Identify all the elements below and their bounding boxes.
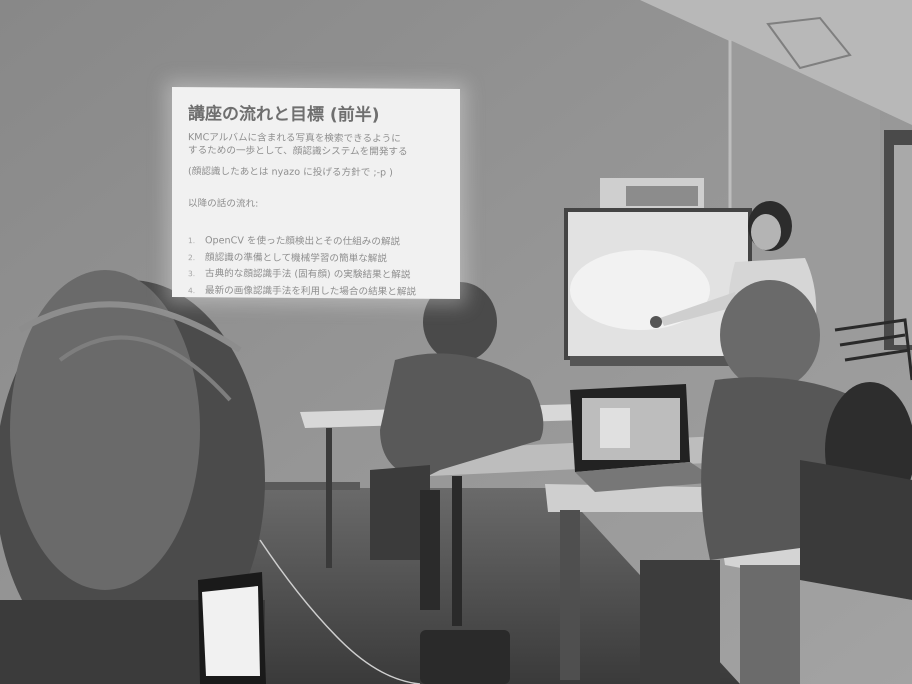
slide-flow-list: 1. OpenCV を使った顔検出とその仕組みの解説 2. 顔認識の準備として機械学… [188, 233, 416, 301]
slide-intro-line-2: するための一歩として、顔認識システムを開発する [188, 145, 408, 158]
slide-flow-item: 1. OpenCV を使った顔検出とその仕組みの解説 [188, 235, 401, 248]
photo-scene: 講座の流れと目標 (前半) KMCアルバムに含まれる写真を検索できるように する… [0, 0, 912, 684]
slide-flow-item: 3. 古典的な顔認識手法 (固有顔) の実験結果と解説 [188, 268, 411, 281]
slide-flow-item: 4. 最新の画像認識手法を利用した場合の結果と解説 [188, 284, 417, 298]
slide-flow-heading: 以降の話の流れ: [188, 198, 259, 210]
projected-slide: 講座の流れと目標 (前半) KMCアルバムに含まれる写真を検索できるように する… [172, 86, 460, 301]
slide-title: 講座の流れと目標 (前半) [188, 104, 380, 126]
slide-intro-line-3: (顔認識したあとは nyazo に投げる方針で ;-p ) [188, 166, 393, 179]
slide-flow-item: 2. 顔認識の準備として機械学習の簡単な解説 [188, 251, 387, 264]
